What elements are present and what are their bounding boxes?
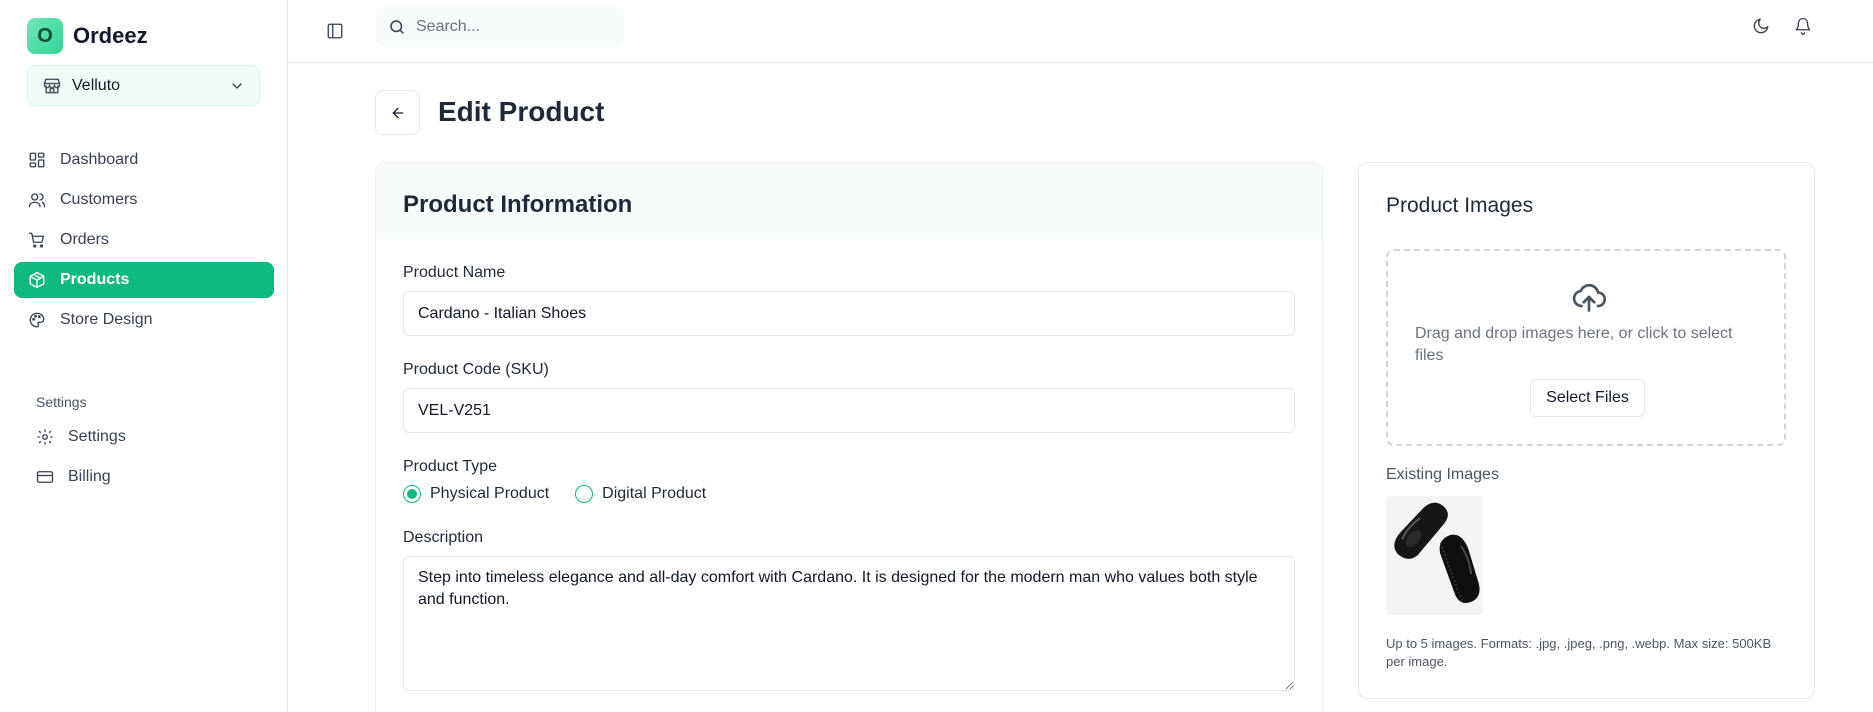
radio-indicator-checked xyxy=(403,485,421,503)
image-upload-note: Up to 5 images. Formats: .jpg, .jpeg, .p… xyxy=(1386,636,1772,669)
radio-digital-product[interactable]: Digital Product xyxy=(575,485,706,503)
select-files-button[interactable]: Select Files xyxy=(1530,379,1645,417)
sidebar-item-settings[interactable]: Settings xyxy=(22,419,274,455)
back-button[interactable] xyxy=(375,90,420,135)
sidebar-item-dashboard[interactable]: Dashboard xyxy=(14,142,274,178)
sidebar-toggle-icon xyxy=(327,23,343,39)
store-selector[interactable]: Velluto xyxy=(27,65,260,106)
dropzone-text: Drag and drop images here, or click to s… xyxy=(1415,325,1733,364)
product-information-card: Product Information Product Name Product… xyxy=(375,162,1323,712)
palette-icon xyxy=(29,312,45,328)
product-sku-input[interactable] xyxy=(403,388,1295,433)
notifications-button[interactable] xyxy=(1791,14,1815,38)
shoe-image xyxy=(1386,496,1483,615)
cart-icon xyxy=(28,232,45,248)
app-root: O Ordeez Velluto Dashboard Customers Ord… xyxy=(0,0,1873,712)
description-textarea[interactable]: Step into timeless elegance and all-day … xyxy=(403,556,1295,691)
product-sku-label: Product Code (SKU) xyxy=(403,361,549,378)
sidebar-item-label: Store Design xyxy=(60,311,153,328)
search-input[interactable] xyxy=(416,18,606,36)
theme-toggle-button[interactable] xyxy=(1749,14,1773,38)
radio-physical-product[interactable]: Physical Product xyxy=(403,485,549,503)
users-icon xyxy=(28,193,46,208)
moon-icon xyxy=(1753,18,1769,34)
sidebar-item-label: Customers xyxy=(60,191,138,208)
search-icon xyxy=(390,20,404,34)
store-icon xyxy=(43,78,61,93)
cloud-upload-icon xyxy=(1572,283,1607,312)
search-box xyxy=(376,7,624,47)
product-information-title: Product Information xyxy=(376,163,1322,239)
top-actions xyxy=(1749,14,1815,38)
product-name-input[interactable] xyxy=(403,291,1295,336)
sidebar: O Ordeez Velluto Dashboard Customers Ord… xyxy=(0,0,288,712)
settings-section-heading: Settings xyxy=(36,394,87,410)
dashboard-icon xyxy=(29,152,45,168)
page-title: Edit Product xyxy=(438,96,605,127)
product-type-radio-group: Physical Product Digital Product xyxy=(403,485,706,503)
sidebar-toggle-button[interactable] xyxy=(320,16,350,46)
sidebar-item-label: Orders xyxy=(60,231,109,248)
brand[interactable]: O Ordeez xyxy=(27,18,148,54)
sidebar-item-orders[interactable]: Orders xyxy=(14,222,274,258)
sidebar-item-label: Products xyxy=(60,271,130,288)
box-icon xyxy=(29,271,45,289)
brand-name: Ordeez xyxy=(73,23,148,48)
sidebar-item-store-design[interactable]: Store Design xyxy=(14,302,274,338)
chevron-down-icon xyxy=(232,82,242,89)
radio-label: Physical Product xyxy=(430,485,550,502)
main-nav: Dashboard Customers Orders Products Stor… xyxy=(14,142,274,342)
existing-images-label: Existing Images xyxy=(1386,466,1499,483)
settings-nav: Settings Billing xyxy=(22,419,274,499)
gear-icon xyxy=(37,429,53,445)
radio-indicator-unchecked xyxy=(575,485,594,503)
credit-card-icon xyxy=(36,471,54,483)
sidebar-item-customers[interactable]: Customers xyxy=(14,182,274,218)
product-images-title: Product Images xyxy=(1386,194,1534,217)
top-bar xyxy=(288,0,1873,63)
description-label: Description xyxy=(403,529,484,546)
store-selector-value: Velluto xyxy=(72,76,121,94)
radio-label: Digital Product xyxy=(602,485,707,502)
brand-logo: O xyxy=(27,18,63,54)
sidebar-item-billing[interactable]: Billing xyxy=(22,459,274,495)
sidebar-item-label: Billing xyxy=(68,468,111,485)
product-image-thumbnail[interactable] xyxy=(1386,496,1483,615)
product-images-card: Product Images Drag and drop images here… xyxy=(1358,162,1815,699)
sidebar-item-label: Settings xyxy=(68,428,126,445)
sidebar-item-products[interactable]: Products xyxy=(14,262,274,298)
product-type-label: Product Type xyxy=(403,458,497,475)
sidebar-item-label: Dashboard xyxy=(60,151,139,168)
image-dropzone[interactable]: Drag and drop images here, or click to s… xyxy=(1386,249,1786,446)
arrow-left-icon xyxy=(392,107,403,118)
product-name-label: Product Name xyxy=(403,264,506,281)
bell-icon xyxy=(1795,17,1811,35)
